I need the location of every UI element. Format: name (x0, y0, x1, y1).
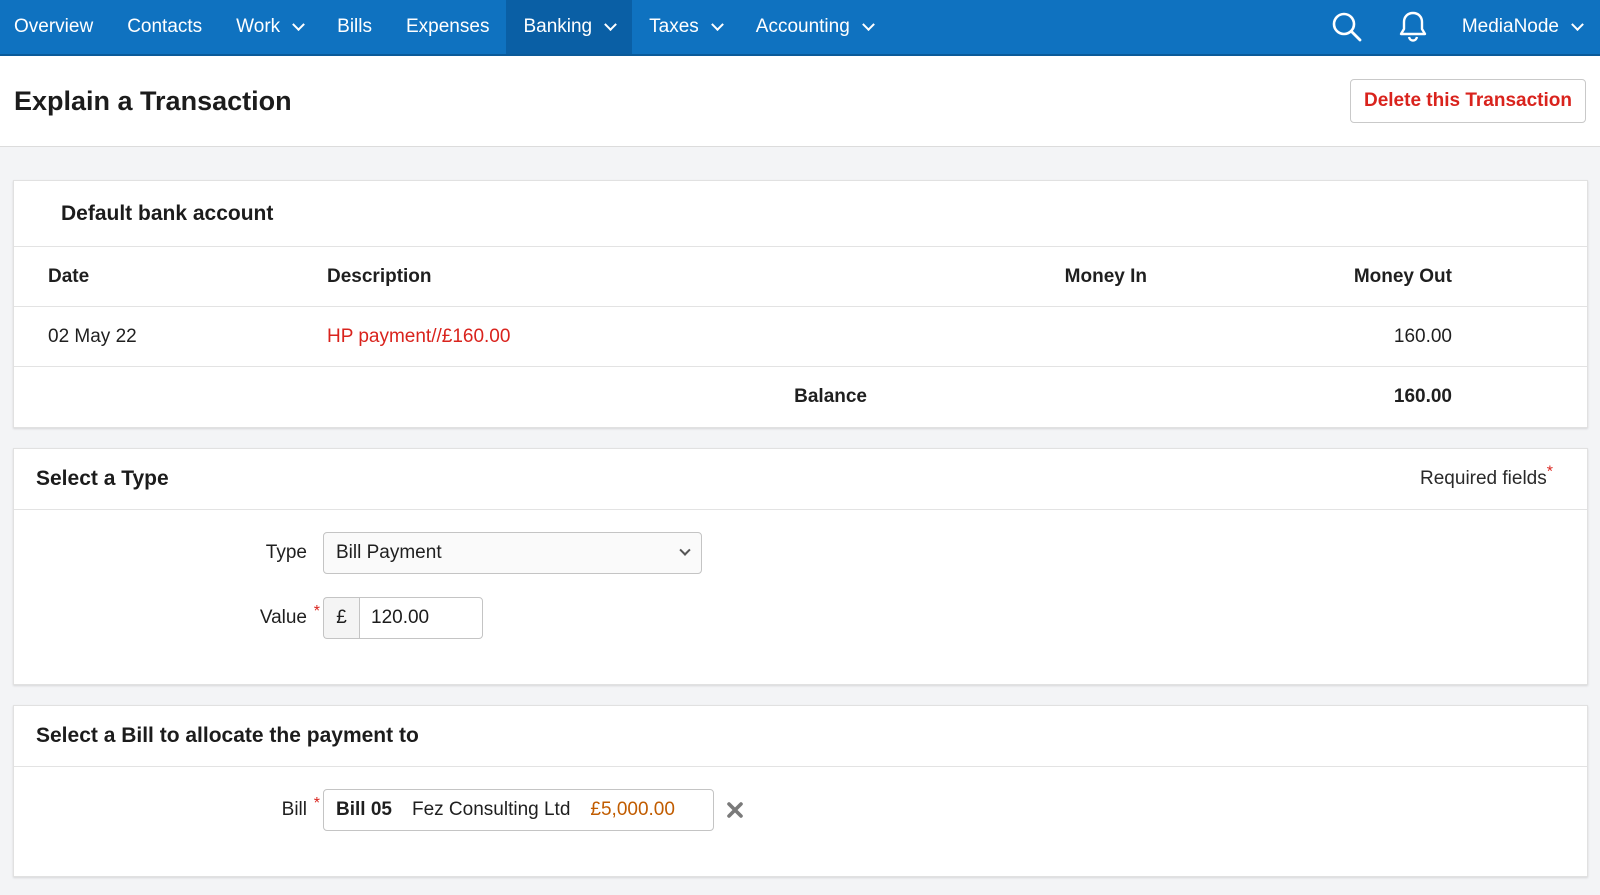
nav-right: MediaNode (1330, 0, 1600, 54)
type-row: Type Bill Payment (14, 532, 1587, 574)
chevron-down-icon (861, 17, 875, 31)
value-label: Value * (14, 603, 323, 629)
value-row: Value * £ (14, 597, 1587, 639)
select-type-title: Select a Type (36, 467, 169, 490)
nav-taxes-label: Taxes (649, 16, 699, 37)
currency-symbol: £ (323, 597, 359, 639)
select-bill-header: Select a Bill to allocate the payment to (14, 706, 1587, 767)
value-label-text: Value (259, 607, 307, 628)
chevron-down-icon (1571, 17, 1584, 31)
delete-transaction-button[interactable]: Delete this Transaction (1349, 79, 1586, 123)
col-description: Description (327, 265, 432, 287)
required-star: * (1546, 463, 1553, 481)
bill-form: Bill * Bill 05 Fez Consulting Ltd £5,000.… (14, 767, 1587, 876)
bank-account-panel: Default bank account Date Description Mo… (13, 180, 1588, 428)
nav-banking-label: Banking (523, 16, 593, 37)
col-money-out: Money Out (1353, 265, 1452, 287)
required-fields-note: Required fields* (1420, 464, 1553, 490)
bill-row: Bill * Bill 05 Fez Consulting Ltd £5,000.… (14, 789, 1587, 831)
chevron-down-icon (604, 17, 617, 31)
bill-label: Bill * (14, 795, 323, 821)
col-date: Date (48, 265, 90, 287)
top-nav: Overview Contacts Work Bills Expenses Ba… (0, 0, 1600, 56)
nav-work[interactable]: Work (219, 0, 320, 54)
nav-bills[interactable]: Bills (320, 0, 389, 54)
type-label: Type (265, 542, 307, 563)
type-form: Type Bill Payment Value * £ (14, 510, 1587, 684)
nav-expenses-label: Expenses (406, 16, 490, 37)
tx-date: 02 May 22 (48, 325, 137, 347)
nav-bills-label: Bills (337, 16, 372, 37)
required-star: * (313, 795, 320, 812)
table-row: 02 May 22 HP payment//£160.00 160.00 (14, 307, 1587, 367)
page-title: Explain a Transaction (14, 85, 292, 116)
chevron-down-icon (710, 17, 724, 31)
required-star: * (313, 603, 320, 620)
search-icon[interactable] (1330, 10, 1364, 44)
type-select[interactable]: Bill Payment (323, 532, 702, 574)
nav-accounting-label: Accounting (755, 16, 850, 37)
chevron-down-icon (679, 544, 691, 556)
nav-banking[interactable]: Banking (506, 0, 633, 54)
table-header-row: Date Description Money In Money Out (14, 247, 1587, 307)
nav-expenses[interactable]: Expenses (389, 0, 506, 54)
bell-icon[interactable] (1396, 10, 1430, 44)
bank-account-header: Default bank account (14, 181, 1587, 247)
bill-amount: £5,000.00 (590, 799, 675, 820)
select-bill-title: Select a Bill to allocate the payment to (36, 724, 419, 747)
clear-bill-icon[interactable] (724, 799, 746, 821)
nav-overview[interactable]: Overview (0, 0, 110, 54)
bill-contact: Fez Consulting Ltd (411, 799, 571, 820)
nav-accounting[interactable]: Accounting (739, 0, 890, 54)
nav-contacts-label: Contacts (127, 16, 203, 37)
nav-overview-label: Overview (14, 16, 94, 37)
value-money-group: £ (323, 597, 483, 639)
required-fields-text: Required fields (1420, 468, 1547, 489)
bill-selector[interactable]: Bill 05 Fez Consulting Ltd £5,000.00 (323, 789, 714, 831)
value-input[interactable] (359, 597, 483, 639)
bill-number: Bill 05 (336, 799, 392, 820)
select-type-panel: Select a Type Required fields* Type Bill… (13, 448, 1588, 685)
balance-row: Balance 160.00 (14, 367, 1587, 427)
nav-taxes[interactable]: Taxes (632, 0, 739, 54)
page-header: Explain a Transaction Delete this Transa… (0, 56, 1600, 147)
balance-label: Balance (794, 386, 867, 407)
account-menu[interactable]: MediaNode (1462, 16, 1600, 38)
tx-description-link[interactable]: HP payment//£160.00 (327, 326, 510, 347)
select-bill-panel: Select a Bill to allocate the payment to… (13, 705, 1588, 877)
balance-value: 160.00 (1393, 386, 1452, 407)
account-name: MediaNode (1461, 16, 1559, 37)
chevron-down-icon (292, 17, 306, 31)
transaction-table: Date Description Money In Money Out 02 M… (14, 247, 1587, 427)
type-select-value: Bill Payment (336, 542, 442, 563)
tx-money-out: 160.00 (1393, 325, 1452, 347)
nav-contacts[interactable]: Contacts (110, 0, 219, 54)
nav-work-label: Work (236, 16, 281, 37)
col-money-in: Money In (1064, 265, 1147, 287)
bank-account-title: Default bank account (61, 201, 274, 225)
bill-label-text: Bill (281, 799, 307, 820)
select-type-header: Select a Type Required fields* (14, 449, 1587, 510)
